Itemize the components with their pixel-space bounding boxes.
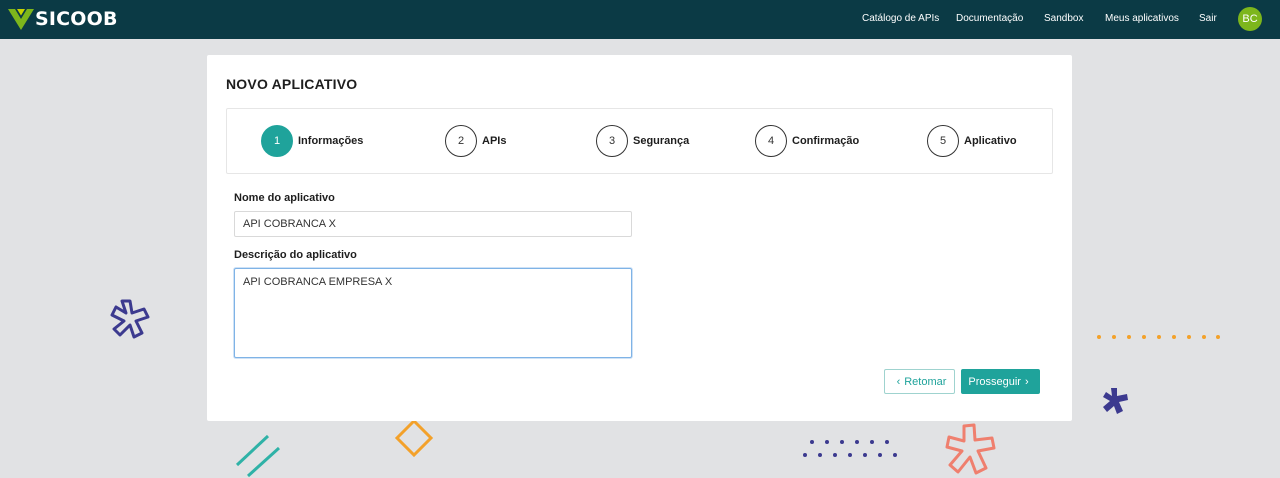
step-label: Informações [298,135,364,147]
step-apis[interactable]: 2 APIs [445,125,506,157]
new-application-card: NOVO APLICATIVO 1 Informações 2 APIs 3 S… [207,55,1072,421]
step-number: 5 [927,125,959,157]
pink-cross-decoration-icon [945,423,996,475]
step-number: 1 [261,125,293,157]
sicoob-logo[interactable]: SICOOB [8,6,118,32]
nav-sandbox[interactable]: Sandbox [1044,13,1083,24]
top-navigation-bar: SICOOB Catálogo de APIs Documentação San… [0,0,1280,39]
step-label: APIs [482,135,507,147]
step-aplicativo[interactable]: 5 Aplicativo [927,125,1017,157]
back-button-label: Retomar [904,375,947,388]
sicoob-logo-mark-icon [8,9,34,30]
step-number: 3 [596,125,628,157]
step-label: Confirmação [792,135,860,147]
purple-cross-decoration-icon [110,299,150,339]
step-label: Aplicativo [964,135,1017,147]
nav-meus-aplicativos[interactable]: Meus aplicativos [1105,13,1179,24]
app-name-label: Nome do aplicativo [234,192,335,204]
nav-sair[interactable]: Sair [1199,13,1217,24]
nav-documentacao[interactable]: Documentação [956,13,1023,24]
step-seguranca[interactable]: 3 Segurança [596,125,689,157]
page-title: NOVO APLICATIVO [226,76,358,92]
teal-lines-decoration-icon [235,434,281,478]
next-button[interactable]: Prosseguir › [961,369,1040,394]
orange-diamond-decoration-icon [394,418,434,458]
app-description-label: Descrição do aplicativo [234,249,357,261]
step-confirmacao[interactable]: 4 Confirmação [755,125,859,157]
back-button[interactable]: ‹ Retomar [884,369,955,394]
user-avatar[interactable]: BC [1238,7,1262,31]
orange-dots-decoration-icon [1097,335,1220,339]
purple-dots-decoration-icon [803,440,897,457]
step-label: Segurança [633,135,690,147]
wizard-stepper: 1 Informações 2 APIs 3 Segurança 4 Confi… [226,108,1053,174]
step-number: 4 [755,125,787,157]
step-number: 2 [445,125,477,157]
logo-text: SICOOB [35,8,118,30]
small-purple-cross-decoration-icon [1103,388,1128,414]
chevron-right-icon: › [1024,375,1029,388]
app-description-textarea[interactable]: API COBRANCA EMPRESA X [234,268,632,358]
chevron-left-icon: ‹ [896,375,901,388]
nav-catalogo-apis[interactable]: Catálogo de APIs [862,13,939,24]
app-name-input[interactable] [234,211,632,237]
step-informacoes[interactable]: 1 Informações [261,125,363,157]
next-button-label: Prosseguir [968,375,1021,388]
